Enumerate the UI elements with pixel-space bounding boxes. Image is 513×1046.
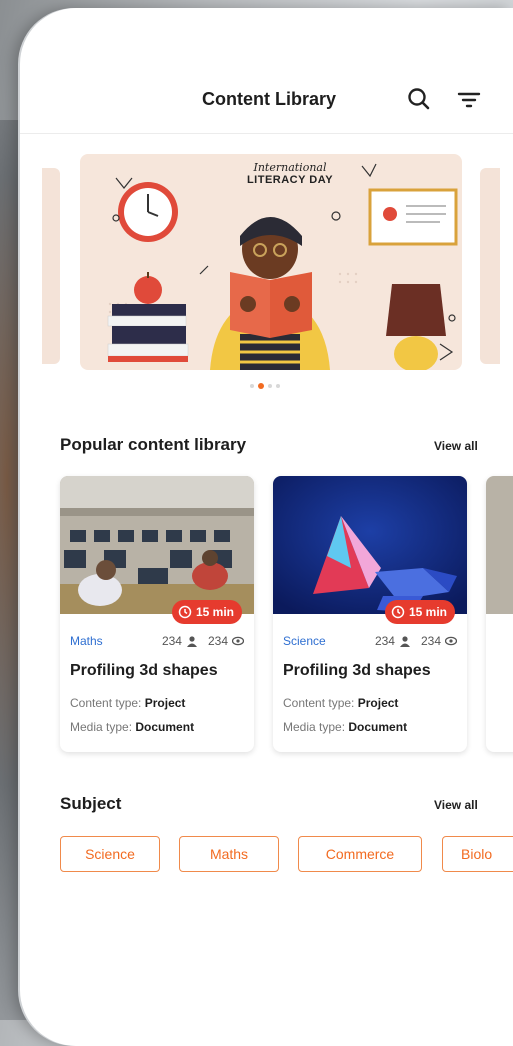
media-type-value: Document bbox=[348, 720, 408, 734]
popular-view-all-link[interactable]: View all bbox=[434, 439, 478, 453]
filter-icon[interactable] bbox=[456, 88, 482, 112]
subject-view-all-link[interactable]: View all bbox=[434, 798, 478, 812]
views-count: 234 bbox=[420, 634, 441, 648]
banner-next-slide[interactable] bbox=[480, 168, 500, 364]
banner-script-text: International bbox=[253, 161, 327, 174]
child-reading-figure bbox=[210, 217, 330, 370]
carousel-dots bbox=[250, 383, 280, 390]
user-icon bbox=[399, 636, 410, 647]
card-subject: Science bbox=[283, 634, 326, 648]
duration-text: 15 min bbox=[408, 605, 447, 619]
banner-prev-slide[interactable] bbox=[42, 168, 60, 364]
card-stats: 234 234 bbox=[162, 634, 244, 648]
clock-icon bbox=[391, 605, 405, 619]
user-icon bbox=[186, 636, 197, 647]
media-type-label: Media type: bbox=[283, 720, 346, 734]
subject-chip-maths[interactable]: Maths bbox=[179, 836, 279, 872]
card-title: Profiling 3d shapes bbox=[283, 662, 431, 679]
literacy-day-banner[interactable]: International LITERACY DAY bbox=[80, 154, 462, 370]
media-type-row: Media type: Document bbox=[283, 720, 407, 734]
books-apple-icon bbox=[107, 272, 189, 362]
card-image bbox=[486, 476, 513, 614]
card-image bbox=[60, 476, 254, 614]
card-image bbox=[273, 476, 467, 614]
views-count: 234 bbox=[207, 634, 228, 648]
certificate-icon bbox=[368, 188, 458, 246]
carousel-dot[interactable] bbox=[268, 384, 272, 388]
phone-screen: Content Library International LITERACY D… bbox=[20, 8, 513, 1046]
duration-badge: 15 min bbox=[384, 600, 455, 624]
eye-icon bbox=[445, 636, 457, 646]
eye-icon bbox=[232, 636, 244, 646]
carousel-dot[interactable] bbox=[250, 384, 254, 388]
app-header: Content Library bbox=[20, 8, 513, 134]
content-type-row: Content type: Project bbox=[283, 696, 398, 710]
subject-chip-science[interactable]: Science bbox=[60, 836, 160, 872]
banner-main-text: LITERACY DAY bbox=[246, 174, 334, 186]
search-icon[interactable] bbox=[406, 86, 432, 112]
card-title: Profiling 3d shapes bbox=[70, 662, 218, 679]
clock-icon bbox=[178, 605, 192, 619]
content-card-partial[interactable] bbox=[486, 476, 513, 752]
subject-section-title: Subject bbox=[60, 794, 122, 813]
users-count: 234 bbox=[374, 634, 395, 648]
content-type-value: Project bbox=[357, 696, 399, 710]
content-type-row: Content type: Project bbox=[70, 696, 185, 710]
content-card[interactable]: 15 min Science 234 234 Profiling 3d shap… bbox=[273, 476, 467, 752]
content-card[interactable]: 15 min Maths 234 234 Profiling 3d shapes… bbox=[60, 476, 254, 752]
subject-chip-commerce[interactable]: Commerce bbox=[298, 836, 422, 872]
content-type-label: Content type: bbox=[283, 696, 355, 710]
carousel-dot-active[interactable] bbox=[258, 383, 264, 389]
media-type-label: Media type: bbox=[70, 720, 133, 734]
content-type-label: Content type: bbox=[70, 696, 142, 710]
users-count: 234 bbox=[161, 634, 182, 648]
duration-badge: 15 min bbox=[171, 600, 242, 624]
subject-chip-biology[interactable]: Biolo bbox=[442, 836, 513, 872]
card-subject: Maths bbox=[70, 634, 103, 648]
page-title: Content Library bbox=[202, 89, 337, 109]
content-type-value: Project bbox=[144, 696, 186, 710]
media-type-value: Document bbox=[135, 720, 195, 734]
duration-text: 15 min bbox=[195, 605, 234, 619]
card-stats: 234 234 bbox=[375, 634, 457, 648]
media-type-row: Media type: Document bbox=[70, 720, 194, 734]
banner-heading: International LITERACY DAY bbox=[230, 161, 350, 187]
popular-section-title: Popular content library bbox=[60, 435, 247, 454]
clock-icon bbox=[118, 182, 178, 242]
carousel-dot[interactable] bbox=[276, 384, 280, 388]
lamp-icon bbox=[386, 284, 446, 370]
banner-illustration bbox=[107, 163, 458, 370]
